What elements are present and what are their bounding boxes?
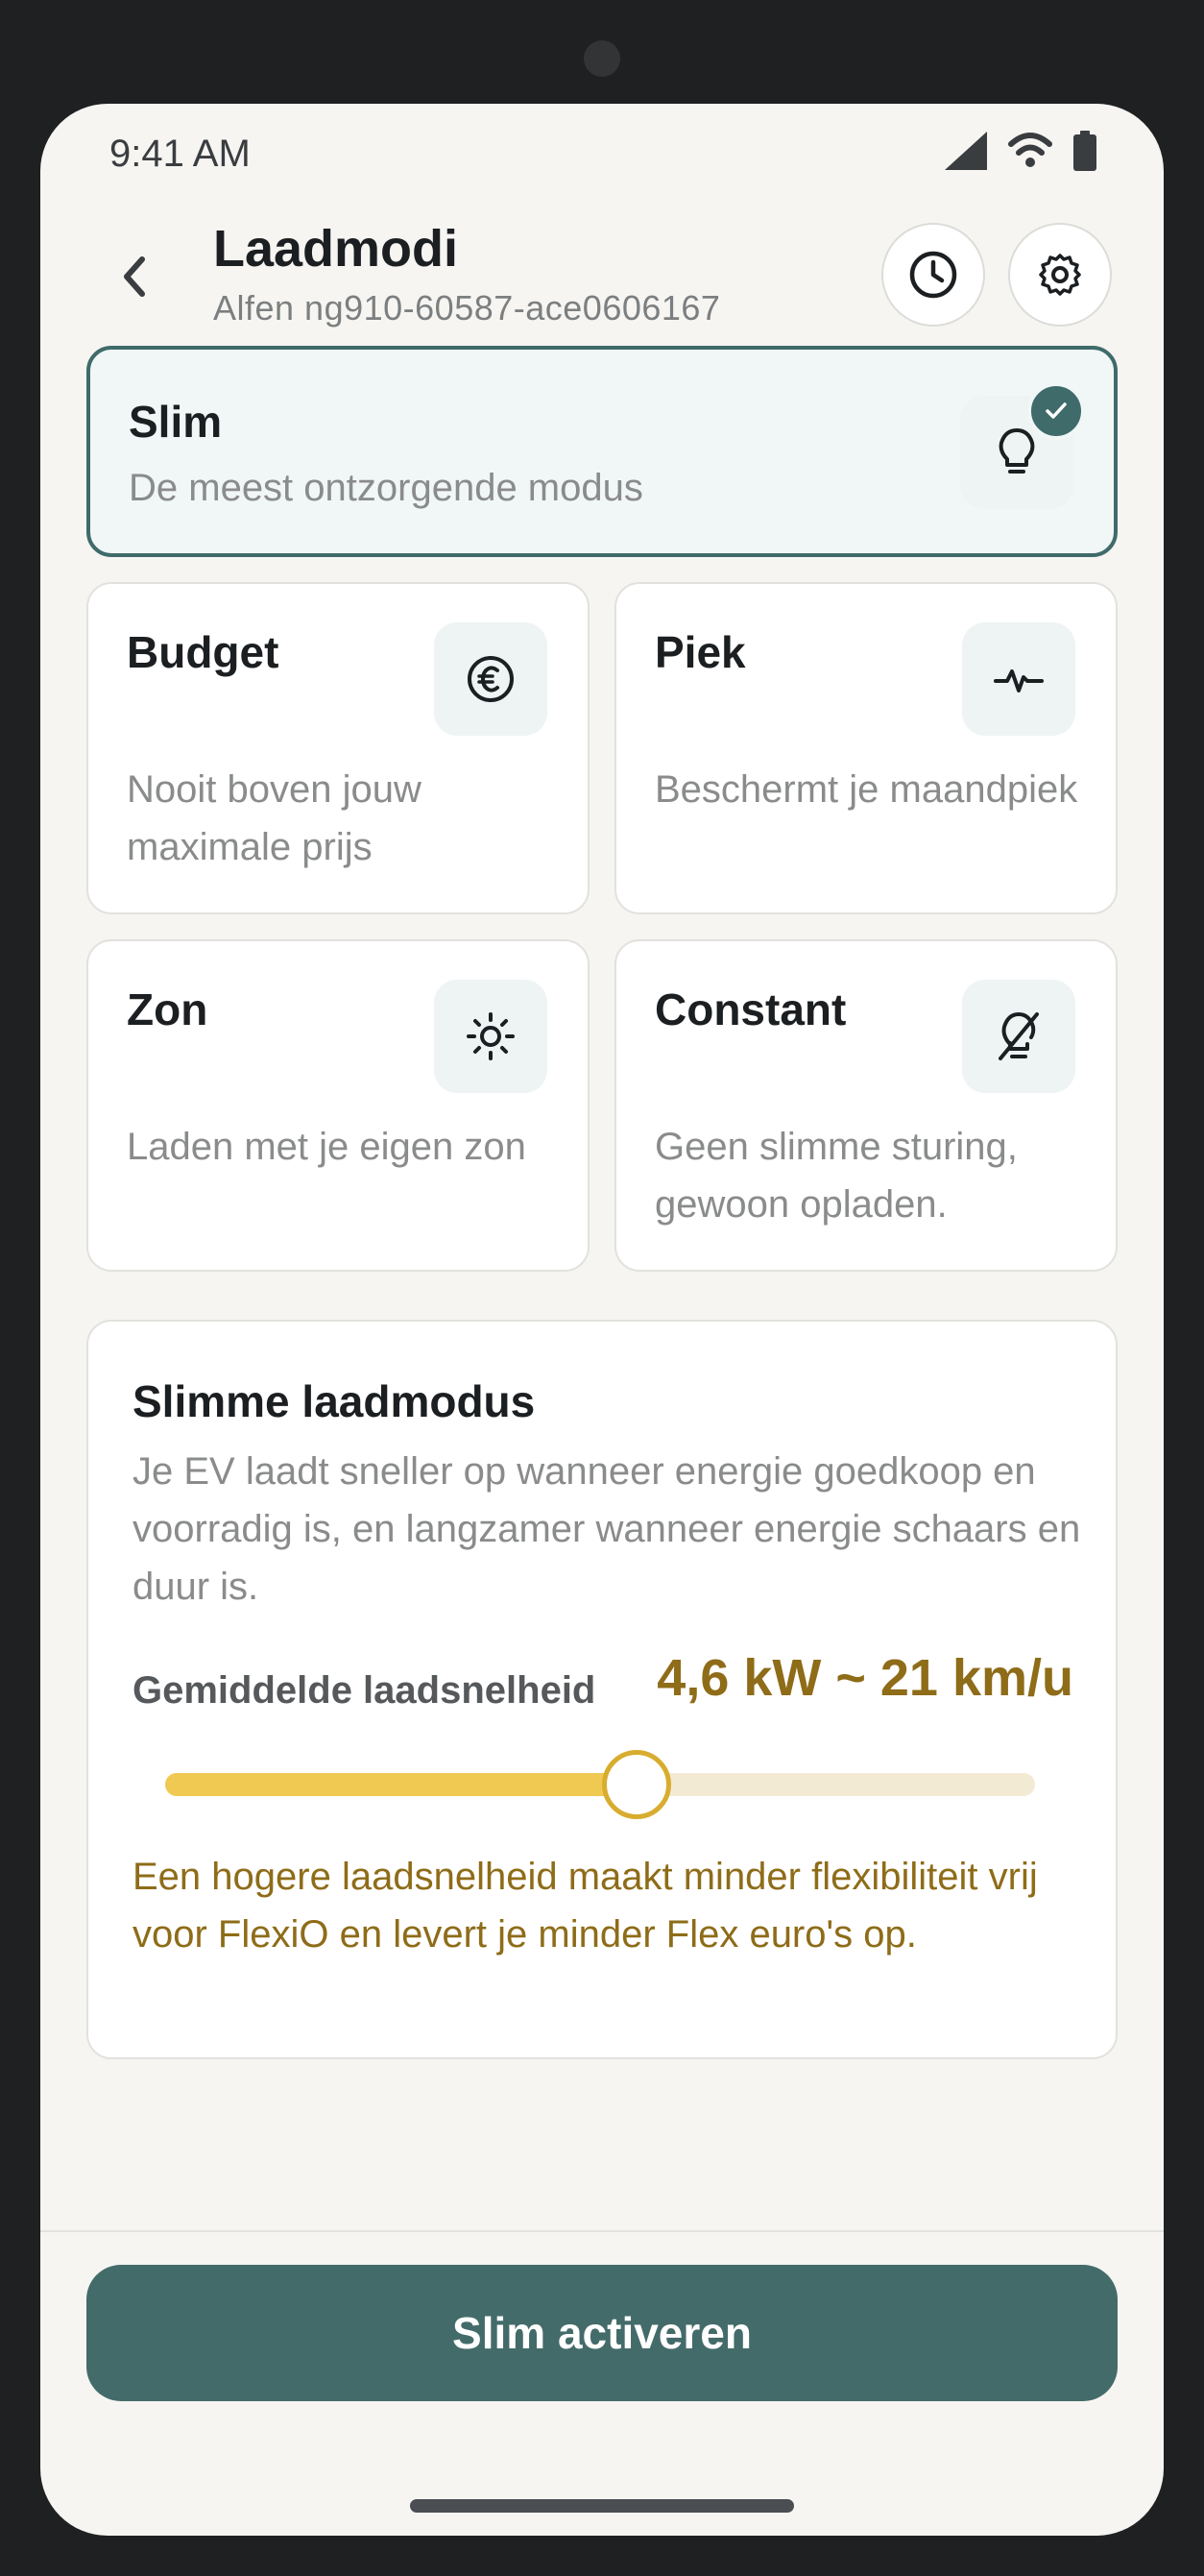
info-warning: Een hogere laadsnelheid maakt minder fle… — [132, 1856, 1038, 1956]
settings-button[interactable] — [1008, 223, 1112, 327]
mode-icon-container — [434, 980, 547, 1093]
slider-thumb[interactable] — [602, 1750, 672, 1819]
mode-title: Budget — [127, 627, 279, 677]
mode-card-piek[interactable]: Piek Beschermt je maandpiek — [614, 582, 1118, 914]
home-indicator — [410, 2499, 794, 2513]
mode-description: Nooit boven jouw maximale prijs — [127, 768, 421, 868]
front-camera — [584, 40, 620, 77]
mode-icon-container — [962, 980, 1075, 1093]
lightbulb-icon — [999, 428, 1035, 474]
mode-title: Slim — [129, 397, 223, 447]
clock-icon — [909, 251, 957, 299]
mode-title: Constant — [655, 984, 847, 1034]
phone-frame: 9:41 AM Laadmodi Alfen ng910-60587-ace06… — [0, 0, 1204, 2576]
charging-speed-slider[interactable] — [165, 1750, 1035, 1819]
sun-icon — [467, 1012, 515, 1060]
charger-id: Alfen ng910-60587-ace0606167 — [213, 288, 721, 328]
activate-button[interactable]: Slim activeren — [86, 2265, 1118, 2401]
mode-description: De meest ontzorgende modus — [129, 467, 643, 509]
euro-icon — [468, 656, 514, 702]
status-time: 9:41 AM — [109, 133, 251, 175]
back-button[interactable] — [113, 248, 156, 305]
bottom-divider — [40, 2230, 1164, 2232]
battery-icon — [1073, 131, 1096, 171]
chevron-left-icon — [124, 256, 145, 297]
gear-icon — [1039, 254, 1081, 296]
mode-description: Geen slimme sturing, gewoon opladen. — [655, 1126, 1018, 1226]
page-title: Laadmodi — [213, 220, 459, 278]
checkmark-icon — [1046, 402, 1067, 419]
speed-value: 4,6 kW ~ 21 km/u — [657, 1649, 1073, 1707]
mode-description: Laden met je eigen zon — [127, 1126, 526, 1168]
cellular-signal-icon — [945, 132, 987, 170]
speed-label: Gemiddelde laadsnelheid — [132, 1669, 596, 1712]
info-title: Slimme laadmodus — [132, 1376, 536, 1426]
mode-icon-container — [962, 622, 1075, 736]
info-description: Je EV laadt sneller op wanneer energie g… — [132, 1450, 1081, 1608]
mode-title: Zon — [127, 984, 208, 1034]
pulse-icon — [994, 669, 1044, 693]
selected-check-badge — [1027, 382, 1085, 440]
mode-card-constant[interactable]: Constant Geen slimme sturing, gewoon opl… — [614, 939, 1118, 1272]
mode-title: Piek — [655, 627, 746, 677]
wifi-icon — [1008, 133, 1052, 167]
mode-card-zon[interactable]: Zon Laden met je eigen zon — [86, 939, 590, 1272]
app-screen: 9:41 AM Laadmodi Alfen ng910-60587-ace06… — [40, 104, 1164, 2536]
mode-icon-container — [434, 622, 547, 736]
mode-description: Beschermt je maandpiek — [655, 768, 1078, 811]
mode-card-slim[interactable]: Slim De meest ontzorgende modus — [86, 346, 1118, 557]
mode-info-panel: Slimme laadmodus Je EV laadt sneller op … — [86, 1320, 1118, 2059]
slider-fill — [165, 1773, 636, 1796]
bulb-off-icon — [999, 1012, 1039, 1060]
mode-card-budget[interactable]: Budget Nooit boven jouw maximale prijs — [86, 582, 590, 914]
status-icons — [945, 131, 1096, 171]
history-button[interactable] — [881, 223, 985, 327]
